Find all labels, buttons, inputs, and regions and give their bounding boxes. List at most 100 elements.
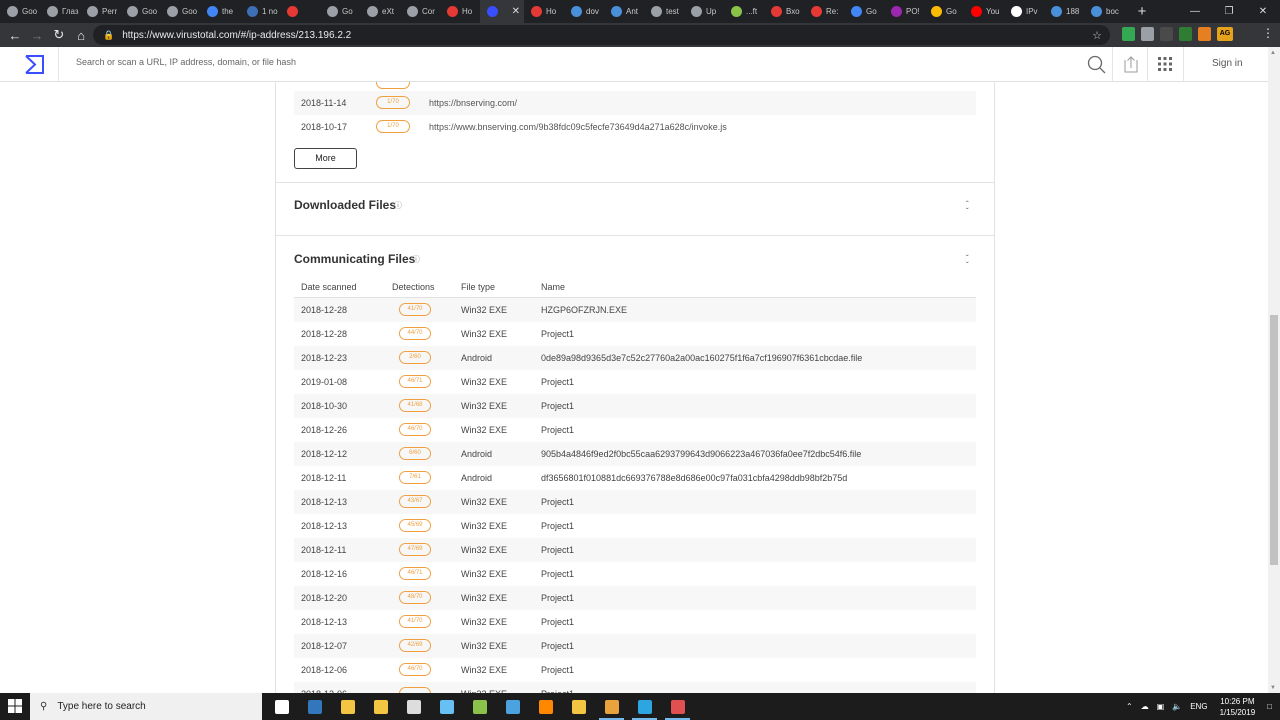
file-row[interactable]: 2018-12-13 Win32 EXE Project1 41/70 [294, 610, 976, 634]
edge-taskbar-button[interactable] [298, 693, 331, 720]
browser-tab[interactable] [280, 0, 320, 23]
browser-tab[interactable]: Goo [0, 0, 40, 23]
file-name-link[interactable]: 905b4a4846f9ed2f0bc55caa6293799643d90662… [541, 449, 861, 459]
detection-badge[interactable]: 48/70 [399, 591, 431, 604]
file-name-link[interactable]: Project1 [541, 497, 574, 507]
profile-avatar[interactable]: AG [1217, 27, 1233, 41]
url-link[interactable]: https://www.bnserving.com/9b38fdc09c5fec… [429, 122, 727, 132]
collapse-chevron-icon[interactable]: ˇˇ [966, 255, 969, 270]
detection-badge[interactable]: 43/67 [399, 495, 431, 508]
back-arrow-icon[interactable]: ← [4, 28, 26, 43]
url-link[interactable]: https://bnserving.com/ [429, 98, 517, 108]
file-row[interactable]: 2018-10-30 Win32 EXE Project1 41/68 [294, 394, 976, 418]
url-row[interactable]: 2018-11-14 1/70 https://bnserving.com/ [294, 91, 976, 115]
git-extensions-taskbar-button[interactable] [562, 693, 595, 720]
virustotal-logo-icon[interactable] [25, 55, 45, 74]
vlc-taskbar-button[interactable] [529, 693, 562, 720]
file-name-link[interactable]: Project1 [541, 593, 574, 603]
detection-badge[interactable]: 2/60 [399, 351, 431, 364]
detection-badge[interactable]: 41/70 [399, 303, 431, 316]
extension-icon[interactable] [1160, 27, 1173, 41]
file-name-link[interactable]: Project1 [541, 545, 574, 555]
clock[interactable]: 10:26 PM 1/15/2019 [1220, 696, 1256, 718]
browser-tab[interactable]: Ho [524, 0, 564, 23]
home-icon[interactable]: ⌂ [70, 28, 92, 43]
browser-tab[interactable]: the [200, 0, 240, 23]
downloaded-files-title[interactable]: Downloaded Files [294, 198, 396, 212]
file-row[interactable]: 2018-12-13 Win32 EXE Project1 45/69 [294, 514, 976, 538]
browser-tab[interactable]: test [644, 0, 684, 23]
file-row[interactable]: 2018-12-13 Win32 EXE Project1 43/67 [294, 490, 976, 514]
chevron-up-icon[interactable]: ⌃ [1126, 702, 1133, 711]
file-name-link[interactable]: Project1 [541, 569, 574, 579]
browser-tab[interactable]: PO! [884, 0, 924, 23]
detection-badge[interactable]: 41/70 [399, 615, 431, 628]
remote-desktop-taskbar-button[interactable] [496, 693, 529, 720]
browser-tab[interactable]: IPv [1004, 0, 1044, 23]
detection-badge[interactable]: 42/69 [399, 639, 431, 652]
apps-grid-icon[interactable] [1158, 57, 1172, 71]
tool-taskbar-button[interactable] [661, 693, 694, 720]
browser-tab[interactable]: Вхо [764, 0, 804, 23]
browser-tab[interactable]: Глаз [40, 0, 80, 23]
upload-icon[interactable] [1124, 55, 1138, 73]
forward-arrow-icon[interactable]: → [26, 28, 48, 43]
telegram-taskbar-button[interactable] [628, 693, 661, 720]
reload-icon[interactable]: ↻ [48, 27, 70, 43]
file-name-link[interactable]: 0de89a98d9365d3e7c52c27760a2a00ac160275f… [541, 353, 862, 363]
scroll-up-icon[interactable]: ▲ [1270, 50, 1276, 56]
detection-badge[interactable]: 41/68 [399, 399, 431, 412]
browser-tab[interactable]: Up [684, 0, 724, 23]
file-name-link[interactable]: Project1 [541, 425, 574, 435]
browser-tab[interactable]: Go [844, 0, 884, 23]
new-tab-button[interactable]: + [1130, 3, 1154, 20]
browser-tab[interactable]: 1 no [240, 0, 280, 23]
file-row[interactable]: 2018-12-23 Android 0de89a98d9365d3e7c52c27… [294, 346, 976, 370]
detection-badge[interactable]: 46/71 [399, 567, 431, 580]
browser-tab[interactable]: Re: [804, 0, 844, 23]
file-row[interactable]: 2018-12-28 Win32 EXE Project1 44/70 [294, 322, 976, 346]
file-row[interactable]: 2018-12-11 Android df3656801f010881dc66937… [294, 466, 976, 490]
communicating-files-title[interactable]: Communicating Files [294, 252, 415, 266]
file-row[interactable]: 2018-12-11 Win32 EXE Project1 47/69 [294, 538, 976, 562]
scrollbar-thumb[interactable] [1270, 315, 1278, 565]
file-name-link[interactable]: Project1 [541, 401, 574, 411]
browser-tab[interactable]: Ant [604, 0, 644, 23]
detection-badge[interactable]: 46/71 [399, 375, 431, 388]
browser-tab[interactable]: Goo [160, 0, 200, 23]
language-indicator[interactable]: ENG [1190, 702, 1207, 711]
notifications-icon[interactable]: □ [1267, 702, 1272, 711]
file-name-link[interactable]: Project1 [541, 377, 574, 387]
search-input[interactable] [76, 57, 1066, 67]
detection-badge[interactable]: 47/69 [399, 543, 431, 556]
file-name-link[interactable]: Project1 [541, 521, 574, 531]
mail-taskbar-button[interactable] [397, 693, 430, 720]
file-row[interactable]: 2019-01-08 Win32 EXE Project1 46/71 [294, 370, 976, 394]
browser-tab[interactable]: Go [320, 0, 360, 23]
browser-tab[interactable]: Perr [80, 0, 120, 23]
detection-badge[interactable]: 7/61 [399, 471, 431, 484]
file-name-link[interactable]: df3656801f010881dc669376788e8d686e00c97f… [541, 473, 847, 483]
browser-tab[interactable]: Go [924, 0, 964, 23]
detection-badge[interactable]: 45/69 [399, 519, 431, 532]
file-row[interactable]: 2018-12-06Win32 EXEProject1 [294, 682, 976, 693]
file-row[interactable]: 2018-12-28 Win32 EXE HZGP6OFZRJN.EXE 41/70 [294, 298, 976, 322]
detection-badge[interactable]: 1/70 [376, 120, 410, 133]
expand-chevron-icon[interactable]: ˆˇ [966, 201, 969, 216]
browser-tab[interactable]: 188 [1044, 0, 1084, 23]
file-name-link[interactable]: Project1 [541, 329, 574, 339]
extension-icon[interactable] [1198, 27, 1211, 41]
task-view-taskbar-button[interactable] [265, 693, 298, 720]
browser-tab[interactable]: ...ft [724, 0, 764, 23]
detection-badge[interactable]: 1/70 [376, 96, 410, 109]
network-icon[interactable]: ▣ [1157, 702, 1165, 711]
volume-icon[interactable]: 🔈 [1172, 702, 1182, 711]
detection-badge[interactable]: 46/70 [399, 663, 431, 676]
detection-badge[interactable]: 46/70 [399, 423, 431, 436]
windows-start-icon[interactable] [8, 699, 22, 713]
col-name[interactable]: Name [541, 282, 565, 292]
info-icon[interactable]: ⓘ [394, 200, 402, 211]
file-name-link[interactable]: HZGP6OFZRJN.EXE [541, 305, 627, 315]
scroll-down-icon[interactable]: ▼ [1270, 685, 1276, 691]
extension-icon[interactable] [1179, 27, 1192, 41]
